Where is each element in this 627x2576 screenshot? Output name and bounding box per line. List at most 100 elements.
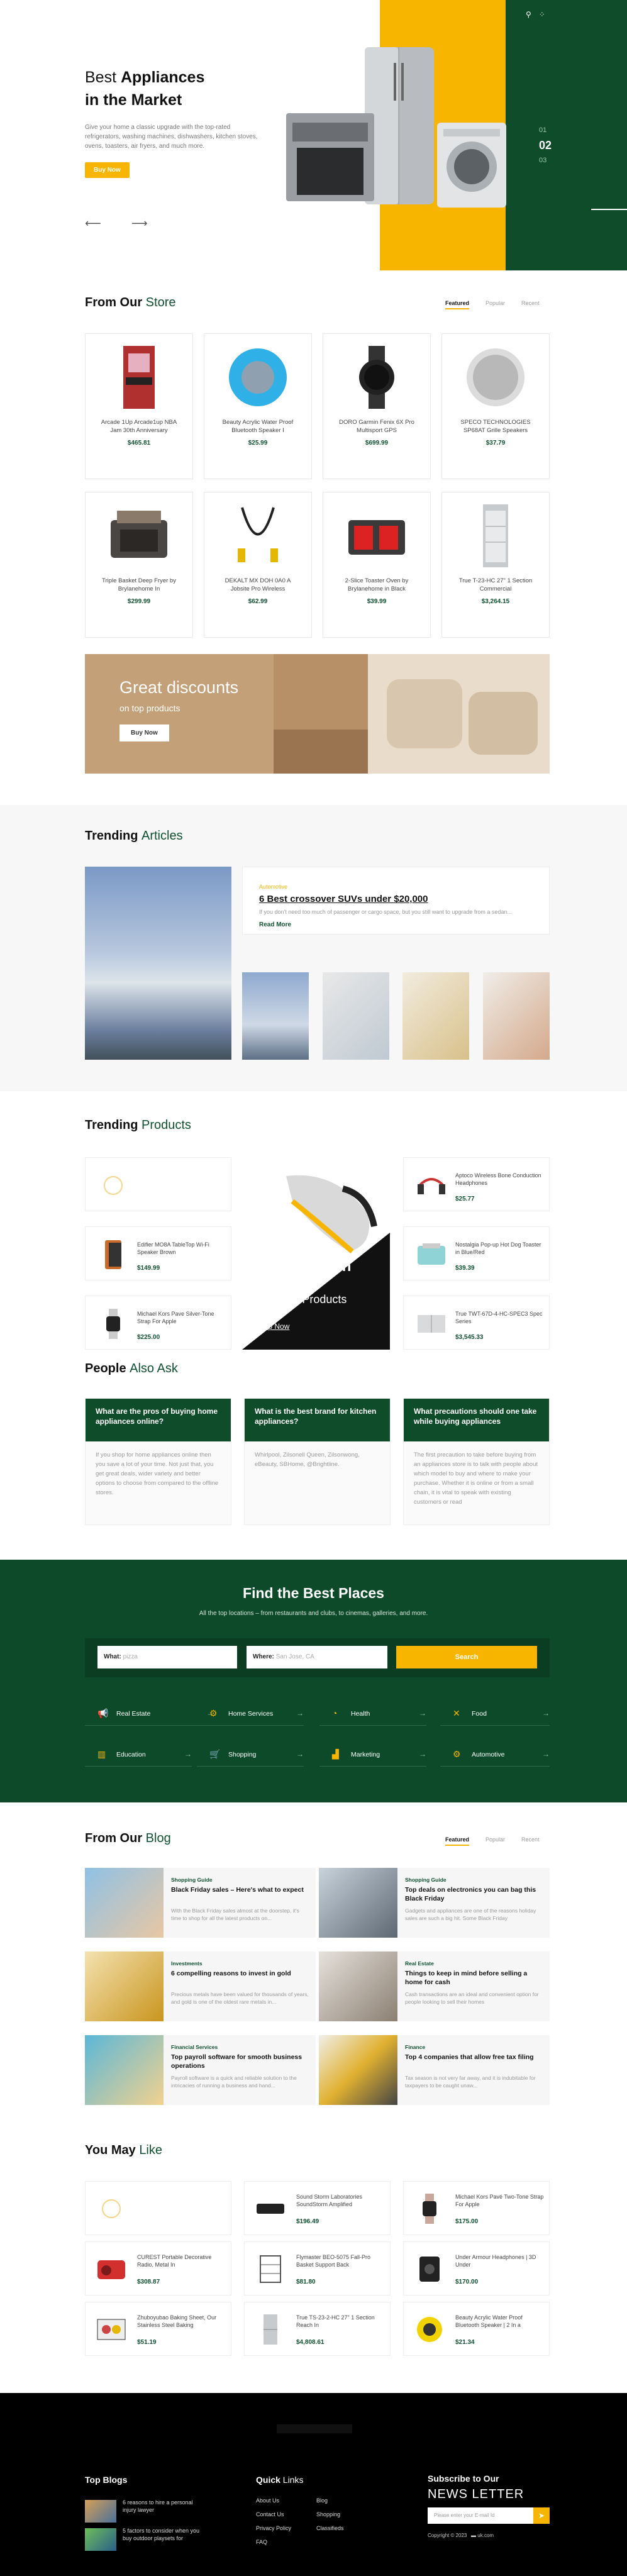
category-education[interactable]: ▥ Education → bbox=[85, 1745, 192, 1767]
product-card[interactable]: Arcade 1Up Arcade1up NBA Jam 30th Annive… bbox=[85, 333, 193, 479]
arrow-left-icon[interactable]: ⟵ bbox=[85, 217, 131, 230]
faq-card[interactable]: What are the pros of buying home applian… bbox=[85, 1398, 231, 1525]
trending-product-card[interactable]: Aptoco Wireless Bone Conduction Headphon… bbox=[403, 1157, 550, 1211]
product-card[interactable]: Flymaster BEO-5075 Fall-Pro Basket Suppo… bbox=[244, 2241, 391, 2296]
arrow-right-icon: → bbox=[419, 1709, 426, 1718]
footer: Top Blogs 6 reasons to hire a personal i… bbox=[0, 2393, 627, 2576]
blog-card[interactable]: Real Estate Things to keep in mind before… bbox=[319, 1951, 550, 2021]
product-card[interactable]: DORO Garmin Fenix 6X Pro Multisport GPS $… bbox=[323, 333, 431, 479]
footer-blog-link[interactable]: 6 reasons to hire a personal injury lawy… bbox=[123, 2499, 204, 2514]
tab-recent[interactable]: Recent bbox=[521, 1836, 540, 1843]
product-price: $299.99 bbox=[127, 598, 151, 605]
footer-link-about[interactable]: About Us bbox=[256, 2494, 291, 2507]
footer-link-classifieds[interactable]: Classifieds bbox=[316, 2521, 344, 2535]
footer-link-privacy[interactable]: Privacy Policy bbox=[256, 2521, 291, 2535]
product-name: Michael Kors Pave Silver-Tone Strap For … bbox=[137, 1311, 214, 1324]
trending-product-card[interactable]: Edifier MO8A TableTop Wi-Fi Speaker Brow… bbox=[85, 1226, 231, 1280]
article-headline[interactable]: 6 Best crossover SUVs under $20,000 bbox=[259, 894, 428, 904]
trending-product-card[interactable]: True TWT-67D-4-HC-SPEC3 Spec Series $3,54… bbox=[403, 1296, 550, 1350]
product-card[interactable]: Beauty Acrylic Water Proof Bluetooth Spe… bbox=[204, 333, 312, 479]
article-category: Automotive bbox=[259, 884, 288, 890]
footer-link-contact[interactable]: Contact Us bbox=[256, 2507, 291, 2521]
slide-03[interactable]: 03 bbox=[539, 157, 547, 164]
trending-product-card[interactable]: Nostalgia Pop-up Hot Dog Toaster in Blue… bbox=[403, 1226, 550, 1280]
slide-02[interactable]: 02 bbox=[539, 138, 552, 153]
what-field[interactable]: What: pizza bbox=[97, 1646, 237, 1668]
blog-card[interactable]: Finance Top 4 companies that allow free t… bbox=[319, 2035, 550, 2105]
footer-link-faq[interactable]: FAQ bbox=[256, 2535, 291, 2549]
blog-title-text[interactable]: Top 4 companies that allow free tax fili… bbox=[405, 2053, 543, 2062]
blog-card[interactable]: Shopping Guide Black Friday sales – Here'… bbox=[85, 1868, 316, 1938]
article-thumb[interactable] bbox=[242, 972, 309, 1060]
trending-product-card[interactable] bbox=[85, 1157, 231, 1211]
blog-title-text[interactable]: Top payroll software for smooth business… bbox=[171, 2053, 309, 2070]
read-more-link[interactable]: Read More bbox=[259, 921, 291, 928]
category-real-estate[interactable]: 📢 Real Estate → bbox=[85, 1704, 214, 1726]
product-image bbox=[98, 1240, 128, 1270]
product-card[interactable]: Triple Basket Deep Fryer by Brylanehome … bbox=[85, 492, 193, 638]
shop-now-link[interactable]: Shop Now bbox=[255, 1322, 289, 1331]
search-icon[interactable]: ⚲ bbox=[526, 10, 539, 19]
category-food[interactable]: ✕ Food → bbox=[440, 1704, 550, 1726]
tab-featured[interactable]: Featured bbox=[445, 1836, 470, 1846]
blog-title-text[interactable]: Top deals on electronics you can bag thi… bbox=[405, 1885, 543, 1903]
arrow-right-icon[interactable]: ⟶ bbox=[131, 217, 178, 230]
category-shopping[interactable]: 🛒 Shopping → bbox=[197, 1745, 304, 1767]
category-automotive[interactable]: ⚙ Automotive → bbox=[440, 1745, 550, 1767]
faq-answer: If you shop for home appliances online t… bbox=[96, 1452, 219, 1496]
article-thumb[interactable] bbox=[483, 972, 550, 1060]
product-card[interactable]: CUREST Portable Decorative Radio, Metal … bbox=[85, 2241, 231, 2296]
blog-title-text[interactable]: Things to keep in mind before selling a … bbox=[405, 1969, 543, 1987]
article-main-image[interactable] bbox=[85, 867, 231, 1060]
blog-card[interactable]: Investments 6 compelling reasons to inves… bbox=[85, 1951, 316, 2021]
slide-01[interactable]: 01 bbox=[539, 126, 547, 134]
footer-blog-link[interactable]: 5 factors to consider when you buy outdo… bbox=[123, 2527, 204, 2542]
copyright: Copyright © 2023 ▬ uk.com bbox=[428, 2533, 494, 2538]
blog-card[interactable]: Shopping Guide Top deals on electronics y… bbox=[319, 1868, 550, 1938]
trending-product-card[interactable]: Michael Kors Pave Silver-Tone Strap For … bbox=[85, 1296, 231, 1350]
buy-now-button[interactable]: Buy Now bbox=[85, 162, 130, 178]
product-card[interactable]: Sound Storm Laboratories SoundStorm Ampl… bbox=[244, 2181, 391, 2235]
product-card[interactable]: SPECO TECHNOLOGIES SP68AT Grille Speaker… bbox=[441, 333, 550, 479]
article-thumb[interactable] bbox=[402, 972, 469, 1060]
product-card[interactable]: Michael Kors Pavé Two-Tone Strap For App… bbox=[403, 2181, 550, 2235]
faq-card[interactable]: What is the best brand for kitchen appli… bbox=[244, 1398, 391, 1525]
product-card[interactable]: True T-23-HC 27" 1 Section Commercial $3,… bbox=[441, 492, 550, 638]
category-health[interactable]: ◔ Health → bbox=[319, 1704, 426, 1726]
product-card[interactable]: 2-Slice Toaster Oven by Brylanehome in B… bbox=[323, 492, 431, 638]
faq-answer: The first precaution to take before buyi… bbox=[414, 1452, 538, 1506]
places-subtitle: All the top locations – from restaurants… bbox=[199, 1610, 428, 1617]
category-home-services[interactable]: ⚙ Home Services → bbox=[197, 1704, 304, 1726]
footer-link-shopping[interactable]: Shopping bbox=[316, 2507, 344, 2521]
blog-title-text[interactable]: 6 compelling reasons to invest in gold bbox=[171, 1969, 309, 1978]
blog-title-text[interactable]: Black Friday sales – Here's what to expe… bbox=[171, 1885, 309, 1894]
tab-featured[interactable]: Featured bbox=[445, 300, 470, 309]
product-card[interactable]: Zhuboyubao Baking Sheet, Our Stainless S… bbox=[85, 2302, 231, 2356]
footer-blog-thumb[interactable] bbox=[85, 2528, 116, 2551]
product-card[interactable]: Beauty Acrylic Water Proof Bluetooth Spe… bbox=[403, 2302, 550, 2356]
article-card[interactable]: Automotive 6 Best crossover SUVs under $… bbox=[242, 867, 550, 935]
category-marketing[interactable]: ▟ Marketing → bbox=[319, 1745, 426, 1767]
grid-menu-icon[interactable]: ⁘ bbox=[539, 10, 553, 19]
product-image bbox=[96, 2193, 127, 2224]
offers-banner[interactable]: Best offers in Trending Products Shop No… bbox=[242, 1157, 390, 1350]
product-card[interactable]: True TS-23-2-HC 27" 1 Section Reach In $4… bbox=[244, 2302, 391, 2356]
faq-card[interactable]: What precautions should one take while b… bbox=[403, 1398, 550, 1525]
product-card[interactable]: DEKALT MX DOH 0A0 A Jobsite Pro Wireless… bbox=[204, 492, 312, 638]
tab-recent[interactable]: Recent bbox=[521, 300, 540, 306]
footer-blog-thumb[interactable] bbox=[85, 2500, 116, 2523]
product-card[interactable] bbox=[85, 2181, 231, 2235]
banner-buy-button[interactable]: Buy Now bbox=[119, 724, 169, 741]
send-icon[interactable]: ➤ bbox=[533, 2507, 550, 2524]
footer-link-blog[interactable]: Blog bbox=[316, 2494, 344, 2507]
search-button[interactable]: Search bbox=[396, 1646, 537, 1668]
book-icon: ▥ bbox=[97, 1749, 106, 1759]
product-price: $4,808.61 bbox=[296, 2339, 325, 2346]
article-thumb[interactable] bbox=[323, 972, 389, 1060]
tab-popular[interactable]: Popular bbox=[486, 1836, 505, 1843]
tab-popular[interactable]: Popular bbox=[486, 300, 505, 306]
product-card[interactable]: Under Armour Headphones | 3D Under $170.0… bbox=[403, 2241, 550, 2296]
where-field[interactable]: Where: San Jose, CA bbox=[247, 1646, 387, 1668]
newsletter-email-input[interactable]: Please enter your E-mail Id bbox=[428, 2507, 550, 2524]
blog-card[interactable]: Financial Services Top payroll software f… bbox=[85, 2035, 316, 2105]
